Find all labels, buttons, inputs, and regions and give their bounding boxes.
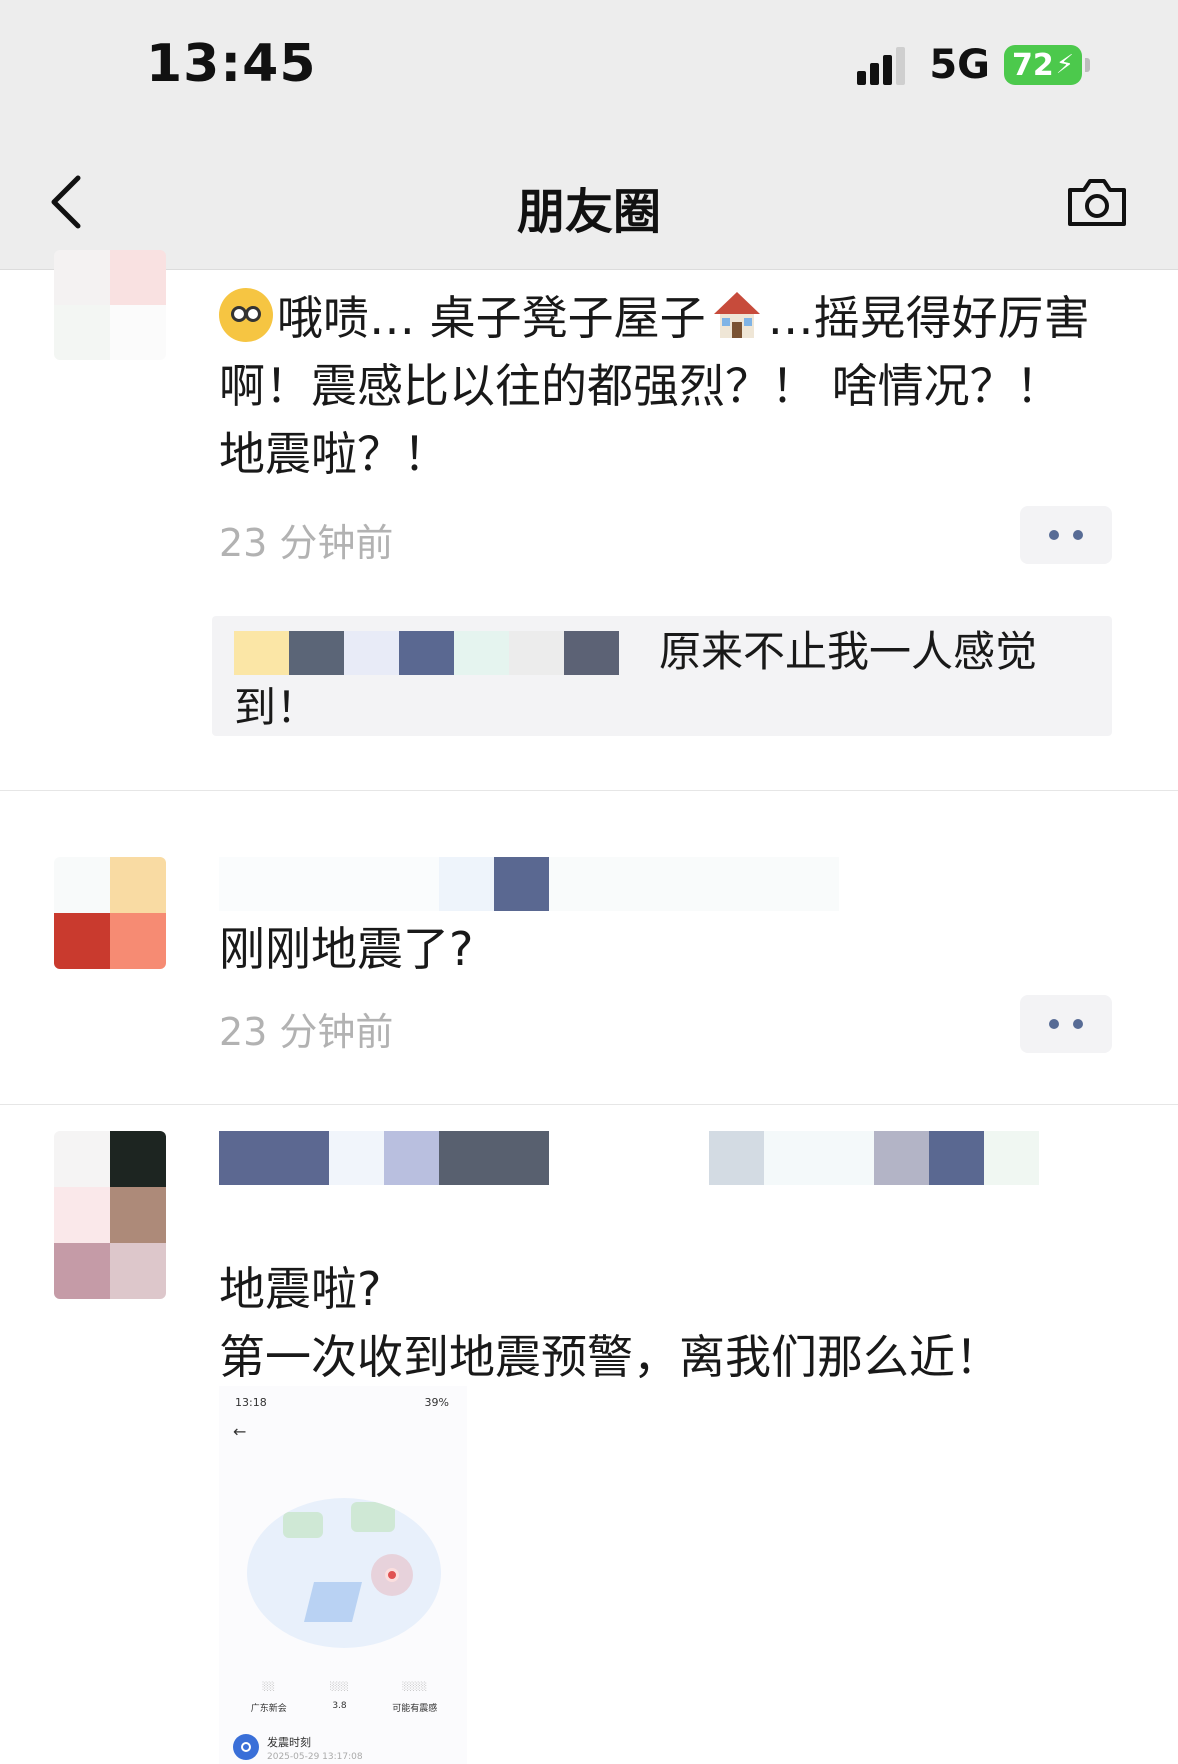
post-image-thumbnail[interactable]: 13:18 39% ← ░░ 广东新会 ░░░ 3.8 ░░░░ 可能有震感 发震时刻… xyxy=(219,1386,467,1764)
thumb-epicenter-icon xyxy=(371,1554,413,1596)
post-time: 23 分钟前 xyxy=(219,521,394,565)
more-dot-icon xyxy=(1049,530,1059,540)
more-dot-icon xyxy=(1073,1019,1083,1029)
post-text-line: 第一次收到地震预警，离我们那么近！ xyxy=(219,1330,1001,1384)
thumb-back-arrow-icon: ← xyxy=(233,1422,247,1441)
more-dot-icon xyxy=(1049,1019,1059,1029)
post-text: 刚刚地震了? xyxy=(219,922,474,976)
more-actions-button[interactable] xyxy=(1020,995,1112,1053)
moment-post: 刚刚地震了? 23 分钟前 xyxy=(0,791,1178,1104)
avatar[interactable] xyxy=(54,250,166,360)
thumb-battery-status: 39% xyxy=(424,1396,449,1409)
thumb-status-time: 13:18 xyxy=(235,1396,267,1409)
moment-post: 地震啦? 第一次收到地震预警，离我们那么近！ xyxy=(0,1105,1178,1764)
comment-box[interactable]: 原来不止我一人感觉到！ xyxy=(212,616,1112,736)
avatar[interactable] xyxy=(54,857,166,969)
poster-name[interactable] xyxy=(219,1131,1039,1187)
post-text: 哦啧… 桌子凳子屋子 …摇晃得好厉害啊！震感比以往的都强烈？！ 啥情况？！ 地震啦… xyxy=(219,284,1102,488)
moment-post: 哦啧… 桌子凳子屋子 …摇晃得好厉害啊！震感比以往的都强烈？！ 啥情况？！ 地震啦… xyxy=(0,0,1178,790)
thumb-map xyxy=(247,1498,441,1648)
avatar[interactable] xyxy=(54,1131,166,1299)
thumb-info-row: ░░ 广东新会 ░░░ 3.8 ░░░░ 可能有震感 xyxy=(250,1682,438,1714)
post-time: 23 分钟前 xyxy=(219,1010,394,1054)
post-text-line: 地震啦? xyxy=(219,1262,382,1316)
poster-name[interactable] xyxy=(219,857,839,913)
thinking-emoji-icon xyxy=(219,288,273,342)
house-emoji-icon xyxy=(713,292,760,338)
post-text: 地震啦? 第一次收到地震预警，离我们那么近！ xyxy=(219,1255,1102,1391)
more-dot-icon xyxy=(1073,530,1083,540)
comment-author-names[interactable] xyxy=(234,630,619,679)
thumb-clock-icon xyxy=(233,1734,259,1760)
thumb-footer: 发震时刻 2025-05-29 13:17:08 xyxy=(233,1734,363,1762)
more-actions-button[interactable] xyxy=(1020,506,1112,564)
